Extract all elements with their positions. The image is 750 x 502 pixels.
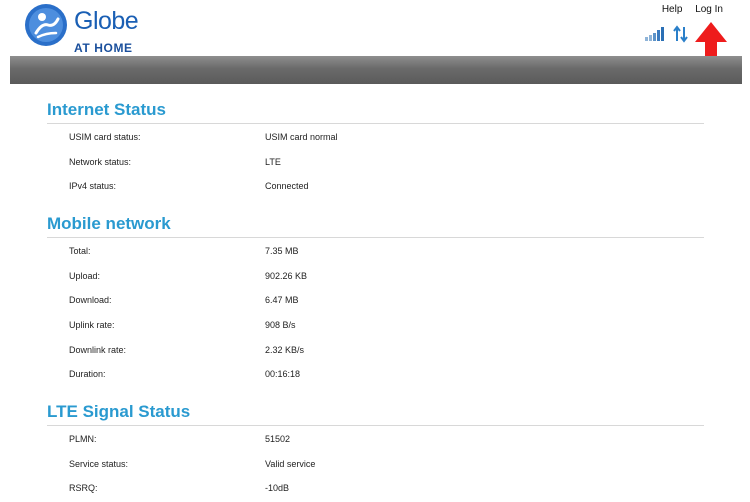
signal-strength-icon [645, 27, 664, 41]
row-label: RSRQ: [69, 483, 98, 494]
status-row: Service status: Valid service [0, 451, 750, 476]
brand-subtitle: AT HOME [74, 41, 133, 55]
section-title: Internet Status [47, 98, 704, 124]
header-banner [10, 56, 742, 84]
status-row: Total: 7.35 MB [0, 238, 750, 263]
row-value: Valid service [265, 458, 316, 469]
status-row: USIM card status: USIM card normal [0, 124, 750, 149]
row-value: 00:16:18 [265, 369, 301, 380]
status-row: IPv4 status: Connected [0, 173, 750, 198]
internet-status-section: Internet Status USIM card status: USIM c… [0, 98, 750, 198]
row-label: PLMN: [69, 434, 97, 444]
brand-name: Globe [74, 7, 139, 35]
status-row: Uplink rate: 908 B/s [0, 312, 750, 337]
row-label: Network status: [69, 156, 132, 167]
header: Globe AT HOME Help Log In [0, 0, 750, 68]
status-row: Download: 6.47 MB [0, 287, 750, 312]
data-transfer-icon [673, 25, 688, 43]
status-row: Network status: LTE [0, 149, 750, 174]
row-value: 908 B/s [265, 320, 296, 331]
login-link[interactable]: Log In [695, 4, 723, 15]
mobile-network-section: Mobile network Total: 7.35 MB Upload: 90… [0, 212, 750, 386]
row-value: 7.35 MB [265, 246, 299, 256]
row-label: USIM card status: [69, 132, 141, 142]
help-link[interactable]: Help [662, 4, 683, 15]
status-row: PLMN: 51502 [0, 426, 750, 451]
row-value: USIM card normal [265, 132, 338, 142]
row-label: Service status: [69, 458, 129, 469]
row-label: Upload: [69, 270, 101, 281]
row-value: Connected [265, 181, 309, 192]
section-title: Mobile network [47, 212, 704, 238]
globe-logo-icon [25, 4, 67, 46]
top-links: Help Log In [652, 4, 723, 15]
row-value: 902.26 KB [265, 270, 308, 281]
row-label: Duration: [69, 369, 106, 380]
row-value: -10dB [265, 483, 290, 494]
row-label: Download: [69, 295, 112, 306]
globe-logo[interactable]: Globe AT HOME [24, 3, 154, 55]
status-row: RSRQ: -10dB [0, 475, 750, 500]
row-label: Downlink rate: [69, 344, 127, 355]
row-value: LTE [265, 156, 281, 167]
row-label: IPv4 status: [69, 181, 117, 192]
row-label: Uplink rate: [69, 320, 115, 331]
status-row: Downlink rate: 2.32 KB/s [0, 337, 750, 362]
row-value: 6.47 MB [265, 295, 299, 306]
section-title: LTE Signal Status [47, 400, 704, 426]
status-row: Upload: 902.26 KB [0, 263, 750, 288]
row-label: Total: [69, 246, 91, 256]
row-value: 2.32 KB/s [265, 344, 305, 355]
lte-signal-section: LTE Signal Status PLMN: 51502 Service st… [0, 400, 750, 500]
status-row: Duration: 00:16:18 [0, 361, 750, 386]
row-value: 51502 [265, 434, 291, 444]
